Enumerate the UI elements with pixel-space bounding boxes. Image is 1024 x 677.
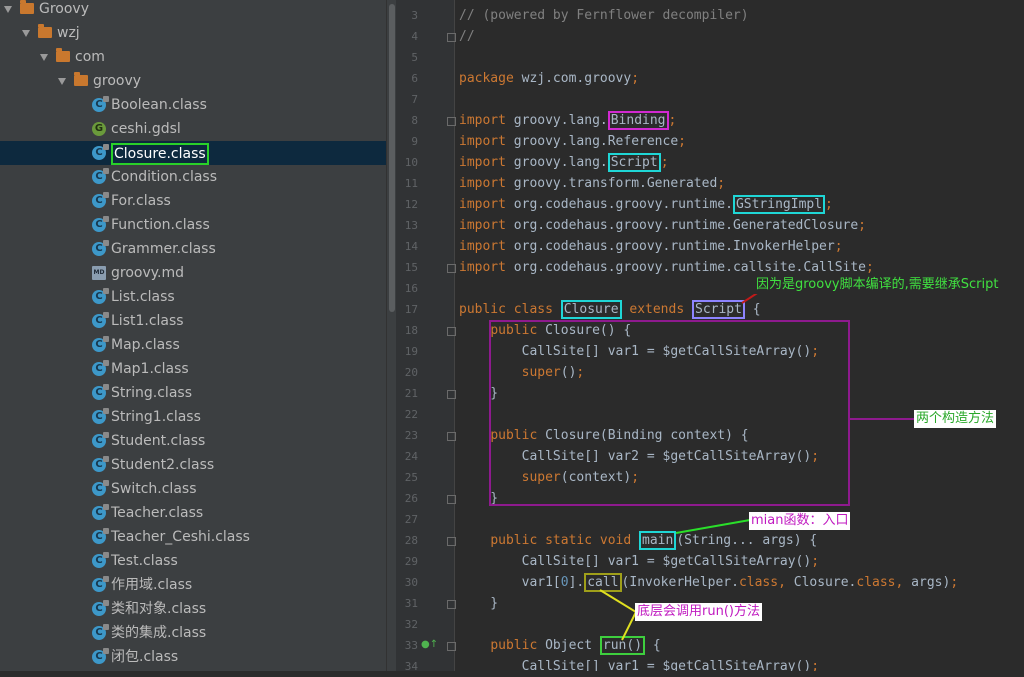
annotation-main: mian函数：入口 — [749, 512, 851, 530]
main-connector-line — [675, 519, 751, 534]
annotation-script: 因为是groovy脚本编译的,需要继承Script — [754, 276, 1001, 294]
run-connector-line-a — [599, 589, 637, 613]
run-connector-line-b — [621, 611, 637, 641]
annotation-connectors — [599, 287, 914, 641]
annotation-constructors: 两个构造方法 — [914, 410, 997, 428]
annotation-run: 底层会调用run()方法 — [635, 603, 762, 621]
